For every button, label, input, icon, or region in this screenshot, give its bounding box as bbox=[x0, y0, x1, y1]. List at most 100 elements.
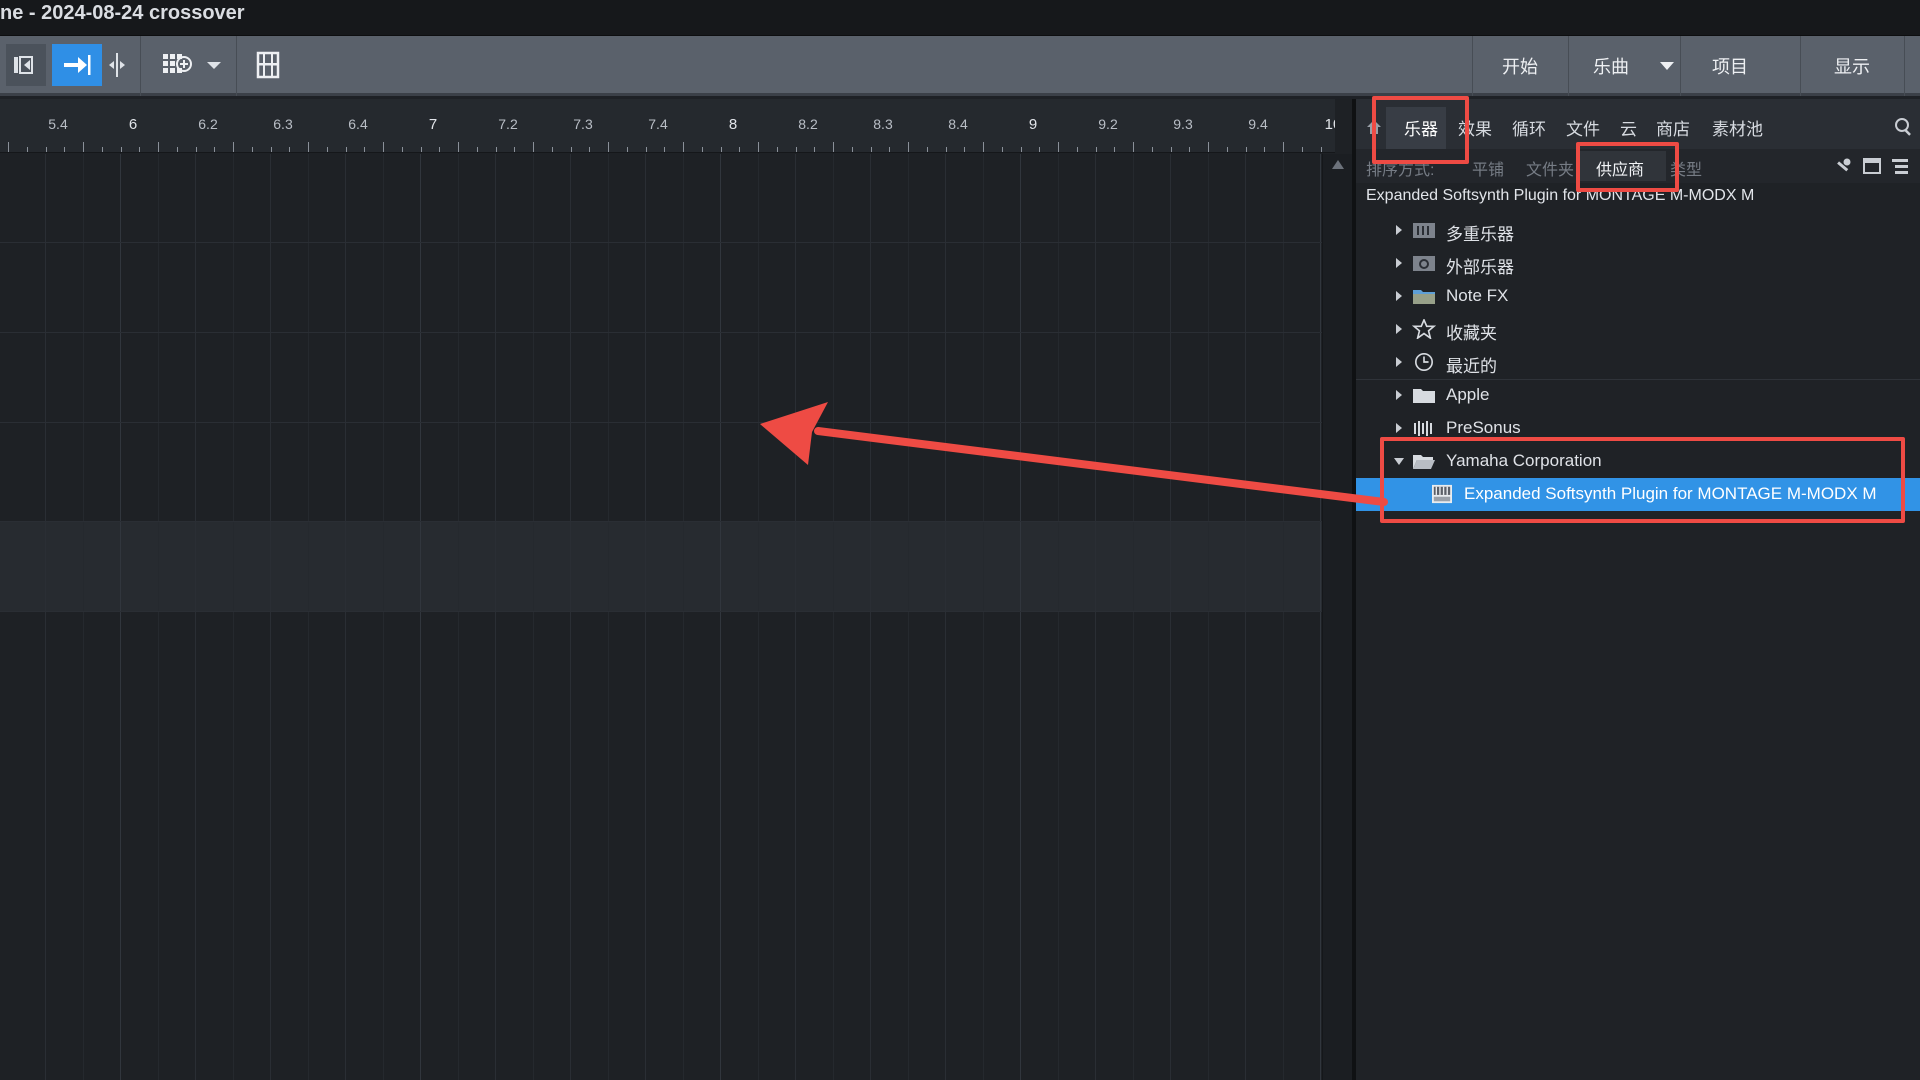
grid-line bbox=[1058, 154, 1059, 1080]
track-line bbox=[0, 521, 1322, 522]
ruler-tick bbox=[1058, 142, 1059, 152]
expand-triangle-icon[interactable] bbox=[1396, 291, 1402, 301]
ruler-tick bbox=[1152, 147, 1153, 152]
expand-triangle-icon[interactable] bbox=[1396, 258, 1402, 268]
grid-line bbox=[1283, 154, 1284, 1080]
ruler-label: 8.4 bbox=[948, 116, 968, 132]
dropdown-icon bbox=[207, 62, 221, 69]
split-tool-button[interactable] bbox=[104, 44, 130, 86]
tree-item-multi-instruments[interactable]: 多重乐器 bbox=[1356, 214, 1920, 247]
ruler-tick bbox=[1021, 147, 1022, 152]
grid-line bbox=[570, 154, 571, 1080]
ruler-label: 8.3 bbox=[873, 116, 893, 132]
ruler-tick bbox=[571, 147, 572, 152]
video-icon bbox=[256, 51, 280, 79]
ruler-tick bbox=[1189, 147, 1190, 152]
app-window: ne - 2024-08-24 crossover 开始 乐曲 项目 显示 5.… bbox=[0, 0, 1920, 1080]
wrench-icon[interactable] bbox=[1834, 157, 1852, 175]
tab-loops[interactable]: 循环 bbox=[1512, 115, 1546, 140]
ruler-tick bbox=[1002, 147, 1003, 152]
tab-shop[interactable]: 商店 bbox=[1656, 115, 1690, 140]
tab-files[interactable]: 文件 bbox=[1566, 115, 1600, 140]
ruler-tick bbox=[946, 147, 947, 152]
tab-cloud[interactable]: 云 bbox=[1620, 115, 1637, 140]
grid-line bbox=[270, 154, 271, 1080]
ruler-label: 7 bbox=[428, 116, 438, 133]
ruler-tick bbox=[646, 147, 647, 152]
ruler-label: 6.3 bbox=[273, 116, 293, 132]
trim-tool-button[interactable] bbox=[6, 44, 46, 86]
track-drop-target[interactable] bbox=[0, 521, 1322, 611]
ruler-tick bbox=[796, 147, 797, 152]
search-icon[interactable] bbox=[1894, 117, 1914, 137]
video-button[interactable] bbox=[252, 44, 284, 86]
ruler-tick bbox=[27, 147, 28, 152]
window-icon[interactable] bbox=[1862, 157, 1882, 175]
ruler-tick bbox=[852, 147, 853, 152]
ruler-tick bbox=[177, 147, 178, 152]
ruler-tick bbox=[496, 147, 497, 152]
grid-line bbox=[1245, 154, 1246, 1080]
ruler-tick bbox=[1171, 147, 1172, 152]
grid-line bbox=[908, 154, 909, 1080]
ruler-tick bbox=[1133, 142, 1134, 152]
tree-item-apple[interactable]: Apple bbox=[1356, 379, 1920, 412]
track-line bbox=[0, 332, 1322, 333]
annotation-box-yamaha-plugin bbox=[1380, 437, 1905, 523]
tree-item-external-instruments[interactable]: 外部乐器 bbox=[1356, 247, 1920, 280]
scroll-up-icon[interactable] bbox=[1332, 160, 1344, 169]
grid-settings-button[interactable] bbox=[158, 44, 198, 86]
grid-line bbox=[120, 154, 121, 1080]
arrange-view[interactable]: 5.4 6 6.2 6.3 6.4 7 7.2 7.3 7.4 8 8.2 8.3 8.4 9 9.2 9.3… bbox=[0, 99, 1352, 1080]
tree-item-recent[interactable]: 最近的 bbox=[1356, 346, 1920, 379]
tree-item-note-fx[interactable]: Note FX bbox=[1356, 280, 1920, 313]
tab-pool[interactable]: 素材池 bbox=[1712, 115, 1763, 140]
grid-settings-icon bbox=[163, 54, 192, 73]
grid-line bbox=[1133, 154, 1134, 1080]
expand-triangle-icon[interactable] bbox=[1396, 324, 1402, 334]
ruler-tick bbox=[964, 147, 965, 152]
ruler-tick bbox=[552, 147, 553, 152]
song-dropdown-button[interactable] bbox=[1654, 36, 1680, 96]
ruler-tick bbox=[271, 147, 272, 152]
grid-dropdown-button[interactable] bbox=[204, 44, 224, 86]
grid-line bbox=[870, 154, 871, 1080]
timeline-ruler[interactable]: 5.4 6 6.2 6.3 6.4 7 7.2 7.3 7.4 8 8.2 8.3 8.4 9 9.2 9.3… bbox=[0, 99, 1335, 153]
expand-triangle-icon[interactable] bbox=[1396, 225, 1402, 235]
snap-tool-button[interactable] bbox=[52, 44, 102, 86]
grid-line bbox=[458, 154, 459, 1080]
ruler-label: 9.2 bbox=[1098, 116, 1118, 132]
sort-flat[interactable]: 平铺 bbox=[1472, 156, 1504, 180]
track-line bbox=[0, 242, 1322, 243]
ruler-tick bbox=[702, 147, 703, 152]
external-instrument-icon bbox=[1413, 256, 1435, 271]
nav-project-button[interactable]: 项目 bbox=[1680, 36, 1780, 96]
ruler-tick bbox=[346, 147, 347, 152]
expand-triangle-icon[interactable] bbox=[1396, 423, 1402, 433]
ruler-tick bbox=[589, 147, 590, 152]
sort-folder[interactable]: 文件夹 bbox=[1526, 156, 1574, 180]
grid-line bbox=[758, 154, 759, 1080]
track-line bbox=[0, 422, 1322, 423]
grid-line bbox=[983, 154, 984, 1080]
grid-line bbox=[720, 154, 721, 1080]
ruler-tick bbox=[1321, 147, 1322, 152]
track-grid[interactable] bbox=[0, 154, 1322, 1080]
grid-line bbox=[233, 154, 234, 1080]
tree-item-favorites[interactable]: 收藏夹 bbox=[1356, 313, 1920, 346]
expand-triangle-icon[interactable] bbox=[1396, 390, 1402, 400]
expand-triangle-icon[interactable] bbox=[1396, 357, 1402, 367]
multi-instrument-icon bbox=[1413, 223, 1435, 238]
nav-start-button[interactable]: 开始 bbox=[1472, 36, 1568, 96]
ruler-tick bbox=[421, 147, 422, 152]
ruler-label: 7.4 bbox=[648, 116, 668, 132]
nav-song-button[interactable]: 乐曲 bbox=[1568, 36, 1654, 96]
nav-show-button[interactable]: 显示 bbox=[1800, 36, 1904, 96]
grid-line bbox=[345, 154, 346, 1080]
list-view-icon[interactable] bbox=[1890, 157, 1910, 175]
vertical-scrollbar[interactable] bbox=[1322, 154, 1352, 1080]
grid-line bbox=[683, 154, 684, 1080]
ruler-tick bbox=[64, 147, 65, 152]
ruler-tick bbox=[364, 147, 365, 152]
ruler-tick bbox=[308, 142, 309, 152]
